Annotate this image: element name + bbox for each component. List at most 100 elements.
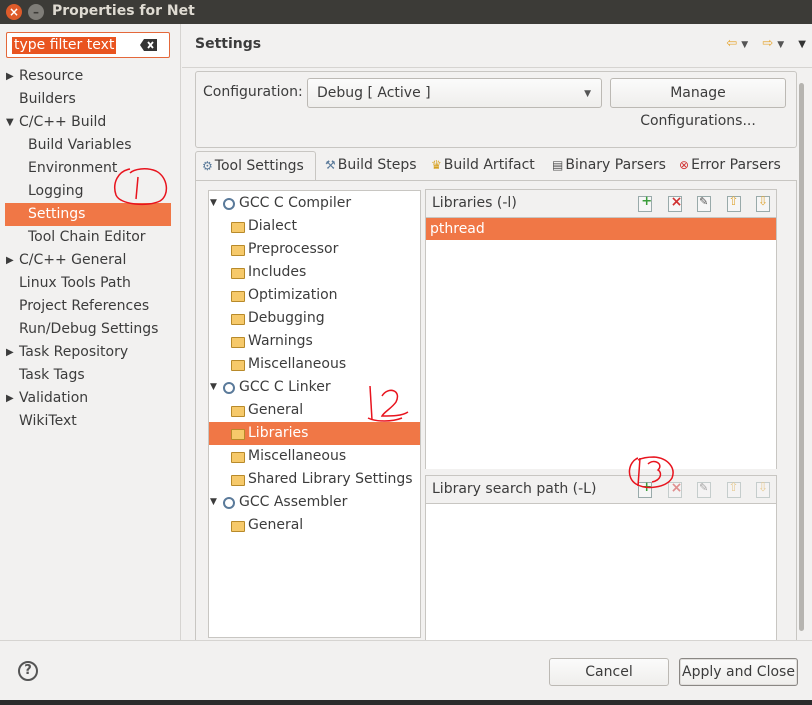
move-down-icon[interactable] [756,194,770,212]
sidebar-item-label: Linux Tools Path [19,275,131,291]
libraries-list[interactable]: pthread [426,217,776,469]
settings-folder-icon [231,475,245,486]
configuration-select[interactable]: Debug [ Active ] ▼ [307,78,602,108]
sidebar-item-project-references[interactable]: Project References [0,295,181,318]
tree-node-dialect[interactable]: Dialect [209,215,420,238]
page-title: Settings [195,36,262,52]
vertical-scrollbar[interactable] [796,73,808,633]
sidebar-item-task-repository[interactable]: ▶ Task Repository [0,341,181,364]
sidebar-item-resource[interactable]: ▶ Resource [0,65,181,88]
tree-node-label: Warnings [248,333,313,349]
tab-label: Build Steps [337,157,417,173]
tree-node-gcc-assembler[interactable]: ▼ GCC Assembler [209,491,420,514]
sidebar-item-environment[interactable]: Environment [0,157,181,180]
tree-node-optimization[interactable]: Optimization [209,284,420,307]
add-library-path-icon[interactable] [638,480,653,498]
tree-node-miscellaneous-compiler[interactable]: Miscellaneous [209,353,420,376]
sidebar-item-build-variables[interactable]: Build Variables [0,134,181,157]
view-menu-icon[interactable]: ▼ [798,39,806,50]
collapse-icon[interactable]: ▼ [6,111,14,134]
cancel-button[interactable]: Cancel [549,658,669,686]
expand-icon[interactable]: ▶ [6,249,14,272]
tab-label: Error Parsers [691,157,781,173]
tree-node-gcc-c-linker[interactable]: ▼ GCC C Linker [209,376,420,399]
sidebar-item-wikitext[interactable]: WikiText [0,410,181,433]
library-search-path-list[interactable] [426,503,776,641]
apply-and-close-button[interactable]: Apply and Close [679,658,798,686]
tree-node-miscellaneous-linker[interactable]: Miscellaneous [209,445,420,468]
delete-library-path-icon[interactable] [667,480,682,498]
back-menu-icon[interactable]: ▼ [741,40,748,50]
edit-library-icon[interactable] [697,195,712,212]
sidebar-item-label: Resource [19,68,84,84]
error-icon: ⊗ [679,158,690,172]
tab-build-steps[interactable]: ⚒ Build Steps [325,151,417,181]
tree-node-label: Optimization [248,287,338,303]
expand-icon[interactable]: ▶ [6,341,14,364]
sidebar-item-task-tags[interactable]: Task Tags [0,364,181,387]
sidebar-item-tool-chain-editor[interactable]: Tool Chain Editor [0,226,181,249]
sidebar-item-label: Build Variables [28,137,132,153]
sidebar-item-logging[interactable]: Logging [0,180,181,203]
tree-node-label: Miscellaneous [248,448,347,464]
edit-library-path-icon[interactable] [697,481,712,498]
clear-filter-icon[interactable] [139,37,159,53]
move-up-icon[interactable] [726,194,741,212]
tree-node-warnings[interactable]: Warnings [209,330,420,353]
tree-node-libraries[interactable]: Libraries [209,422,420,445]
filter-input[interactable]: type filter text [6,32,170,58]
move-up-icon[interactable] [726,480,741,498]
trophy-icon: ♛ [431,158,442,172]
tree-node-general-assembler[interactable]: General [209,514,420,537]
sidebar-item-label: Project References [19,298,150,314]
sidebar-item-validation[interactable]: ▶ Validation [0,387,181,410]
tree-node-includes[interactable]: Includes [209,261,420,284]
close-window-button[interactable]: × [6,4,22,20]
tool-settings-panel: ▼ GCC C Compiler Dialect Preprocessor In… [195,180,797,641]
tab-binary-parsers[interactable]: ▤ Binary Parsers [552,151,666,181]
forward-arrow-icon[interactable]: ⇨ [762,36,773,51]
bottom-edge [0,700,812,705]
sidebar-item-cpp-build[interactable]: ▼ C/C++ Build [0,111,181,134]
add-library-icon[interactable] [638,194,653,212]
sidebar-item-settings[interactable]: Settings [5,203,171,226]
tab-build-artifact[interactable]: ♛ Build Artifact [431,151,535,181]
collapse-icon[interactable]: ▼ [210,491,217,514]
sidebar-item-cpp-general[interactable]: ▶ C/C++ General [0,249,181,272]
expand-icon[interactable]: ▶ [6,387,14,410]
tab-tool-settings[interactable]: ⚙ Tool Settings [195,151,316,181]
delete-library-icon[interactable] [667,194,682,212]
collapse-icon[interactable]: ▼ [210,376,217,399]
sidebar-item-run-debug-settings[interactable]: Run/Debug Settings [0,318,181,341]
tree-node-label: Libraries [248,425,309,441]
minimize-window-button[interactable]: – [28,4,44,20]
manage-configurations-button[interactable]: Manage Configurations... [610,78,786,129]
tree-node-general-linker[interactable]: General [209,399,420,422]
sidebar-item-linux-tools-path[interactable]: Linux Tools Path [0,272,181,295]
tab-label: Build Artifact [443,157,535,173]
settings-tabs: ⚙ Tool Settings ⚒ Build Steps ♛ Build Artif… [195,151,797,181]
tab-error-parsers[interactable]: ⊗ Error Parsers [679,151,781,181]
back-arrow-icon[interactable]: ⇦ [726,36,737,51]
help-icon[interactable]: ? [18,661,38,681]
list-item[interactable]: pthread [426,218,776,240]
collapse-icon[interactable]: ▼ [210,192,217,215]
move-down-icon[interactable] [756,480,770,498]
tree-node-shared-library-settings[interactable]: Shared Library Settings [209,468,420,491]
scrollbar-thumb[interactable] [799,83,804,631]
tree-node-preprocessor[interactable]: Preprocessor [209,238,420,261]
tool-gear-icon [223,382,235,394]
tree-node-gcc-c-compiler[interactable]: ▼ GCC C Compiler [209,192,420,215]
libraries-toolbar [627,194,770,212]
sidebar-item-builders[interactable]: Builders [0,88,181,111]
window-titlebar: × – Properties for Net [0,0,812,24]
settings-folder-icon [231,222,245,233]
settings-folder-icon [231,452,245,463]
sidebar-item-label: Environment [28,160,118,176]
tree-node-label: General [248,402,304,418]
forward-menu-icon[interactable]: ▼ [777,40,784,50]
hammer-icon: ⚒ [325,158,336,172]
expand-icon[interactable]: ▶ [6,65,14,88]
libraries-panel: Libraries (-l) pthread [425,189,777,469]
tree-node-debugging[interactable]: Debugging [209,307,420,330]
